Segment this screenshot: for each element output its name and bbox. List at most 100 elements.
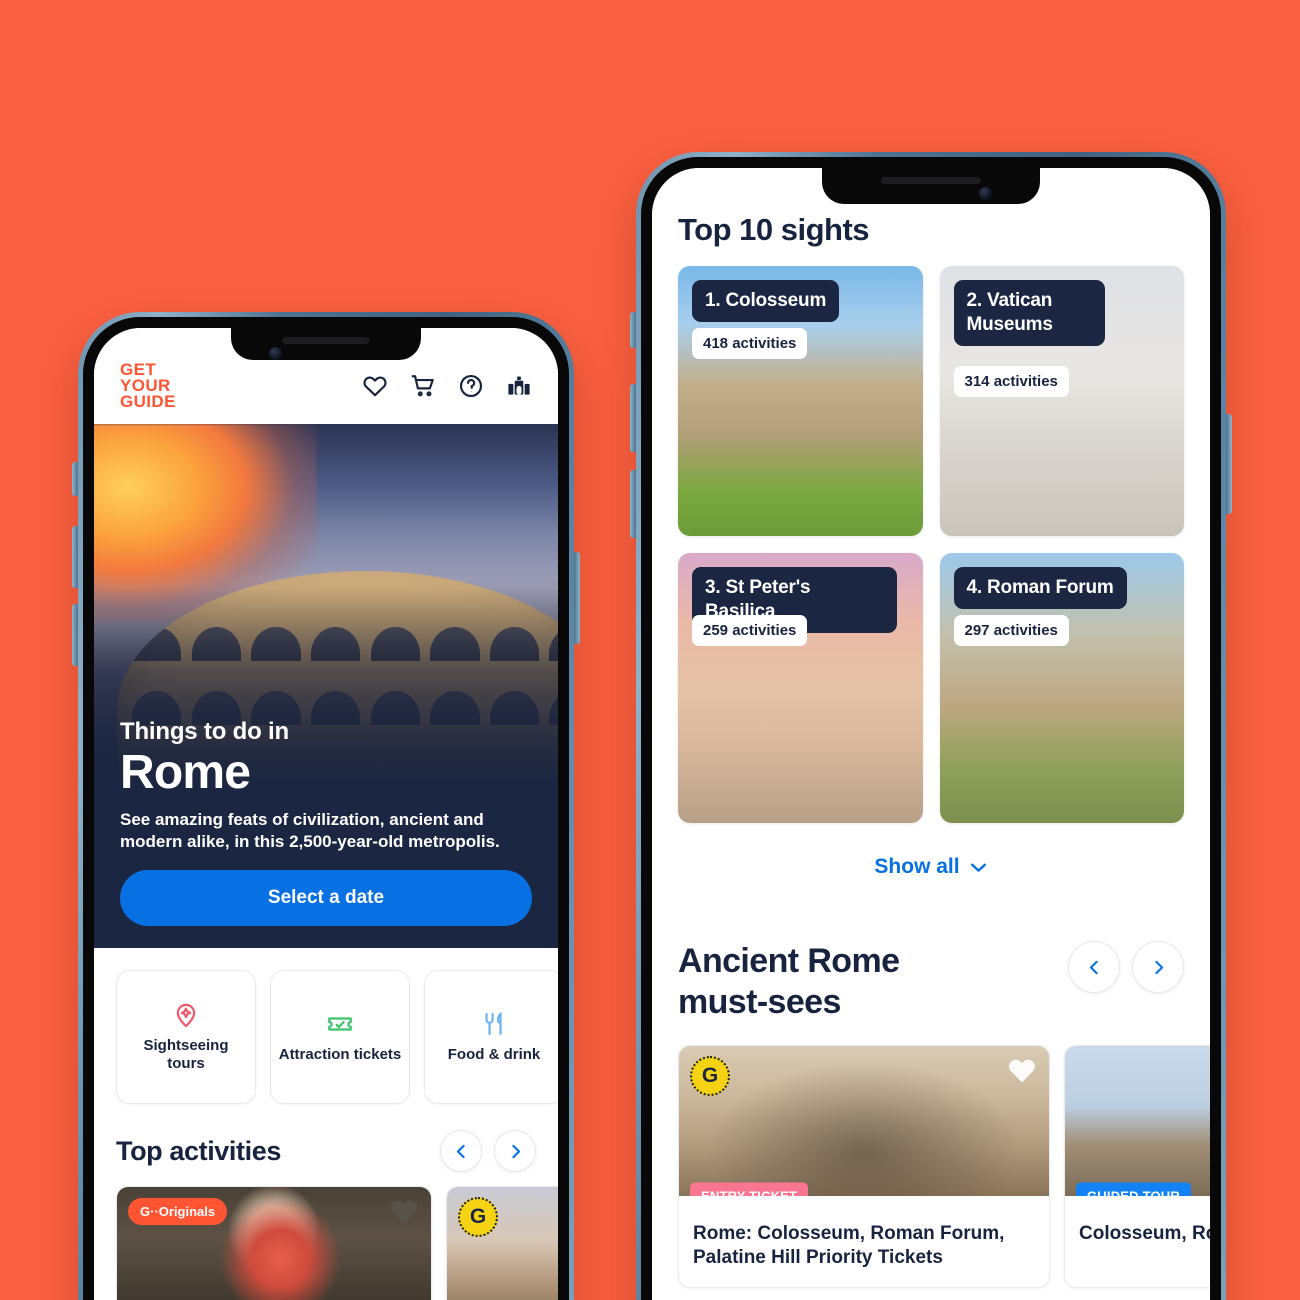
- phone-bezel-right: Top 10 sights 1. Colosseum 418 activitie…: [641, 157, 1221, 1300]
- carousel-arrows: [1068, 941, 1184, 993]
- app-left: GET YOUR GUIDE Things to do in Rome See …: [94, 328, 558, 1300]
- activity-image: G ENTRY TICKET: [679, 1045, 1049, 1196]
- show-all-sights-button[interactable]: Show all: [678, 823, 1184, 895]
- top-activities-header: Top activities: [94, 1114, 558, 1186]
- hero-description: See amazing feats of civilization, ancie…: [120, 809, 500, 852]
- chevron-down-icon: [970, 863, 986, 872]
- front-camera-icon: [978, 187, 992, 200]
- activity-image: G ENTRY TICKET: [447, 1187, 558, 1300]
- front-camera-icon: [269, 347, 282, 360]
- carousel-prev-button[interactable]: [1068, 941, 1120, 993]
- carousel-next-button[interactable]: [1132, 941, 1184, 993]
- volume-down-right[interactable]: [630, 470, 636, 538]
- activity-title: Colosseum, Roman Forum and...: [1079, 1222, 1210, 1244]
- must-sees-title: Ancient Rome must-sees: [678, 941, 900, 1023]
- category-tile-food-and-drink[interactable]: Food & drink: [424, 970, 558, 1105]
- silence-switch-right[interactable]: [630, 312, 636, 348]
- chevron-left-icon: [1089, 960, 1098, 974]
- activity-card[interactable]: GUIDED TOUR Colosseum, Roman Forum and..…: [1064, 1044, 1210, 1288]
- must-sees-title-line1: Ancient Rome: [678, 942, 900, 980]
- category-tile-attraction-tickets[interactable]: Attraction tickets: [270, 970, 410, 1105]
- right-content: Top 10 sights 1. Colosseum 418 activitie…: [652, 168, 1210, 1045]
- hero-cta-container: Select a date: [94, 854, 558, 949]
- activity-body: Rome: Colosseum, Roman Forum, Palatine H…: [679, 1196, 1049, 1287]
- section-title: Top activities: [116, 1135, 281, 1166]
- hero-banner: Things to do in Rome See amazing feats o…: [94, 424, 558, 855]
- silence-switch-left[interactable]: [72, 462, 78, 496]
- category-label: Food & drink: [447, 1046, 541, 1064]
- sight-activity-count: 314 activities: [953, 366, 1069, 397]
- sight-activity-count: 259 activities: [692, 615, 808, 646]
- select-a-date-button[interactable]: Select a date: [120, 870, 532, 927]
- help-question-icon[interactable]: [458, 373, 484, 399]
- show-all-label: Show all: [874, 855, 960, 878]
- chevron-right-icon: [1154, 960, 1163, 974]
- screen-left: GET YOUR GUIDE Things to do in Rome See …: [94, 328, 558, 1300]
- sight-card[interactable]: 3. St Peter's Basilica 259 activities: [678, 553, 923, 823]
- activity-tag: ENTRY TICKET: [690, 1182, 809, 1196]
- sight-activity-count: 297 activities: [953, 615, 1069, 646]
- power-button-left[interactable]: [574, 552, 580, 644]
- carousel-next-button[interactable]: [494, 1130, 536, 1173]
- hero-city-title: Rome: [120, 746, 251, 800]
- carousel-arrows: [440, 1130, 536, 1173]
- category-label: Attraction tickets: [278, 1046, 402, 1064]
- activity-photo-forum: [1065, 1045, 1210, 1196]
- header-icon-group: [362, 373, 532, 399]
- earpiece-speaker-icon: [282, 337, 370, 344]
- activity-photo-colosseum-interior: [679, 1045, 1049, 1196]
- fork-knife-icon: [485, 1011, 502, 1036]
- top-sights-grid: 1. Colosseum 418 activities 2. Vatican M…: [678, 266, 1184, 823]
- wishlist-heart-icon[interactable]: [389, 1197, 419, 1225]
- carousel-prev-button[interactable]: [440, 1130, 482, 1173]
- must-sees-header: Ancient Rome must-sees: [678, 895, 1184, 1045]
- app-right: Top 10 sights 1. Colosseum 418 activitie…: [652, 168, 1210, 1300]
- originals-badge: G··Originals: [128, 1198, 228, 1226]
- phone-device-right: Top 10 sights 1. Colosseum 418 activitie…: [630, 152, 1232, 1300]
- activity-card[interactable]: G ENTRY TICKET Rome: Colosseum, Roman Fo…: [678, 1044, 1050, 1288]
- notch-left: [231, 328, 421, 360]
- sight-name: 2. Vatican Museums: [953, 280, 1106, 346]
- top-activities-carousel[interactable]: G··Originals GUIDED TOUR Rome: Street Fo…: [94, 1186, 558, 1300]
- volume-up-left[interactable]: [72, 526, 78, 588]
- originals-coin-icon: G: [690, 1055, 730, 1096]
- volume-down-left[interactable]: [72, 604, 78, 666]
- category-label: Sightseeing tours: [143, 1036, 229, 1073]
- getyourguide-logo[interactable]: GET YOUR GUIDE: [120, 361, 176, 412]
- wishlist-heart-icon[interactable]: [1007, 1056, 1037, 1084]
- phone-device-left: GET YOUR GUIDE Things to do in Rome See …: [72, 312, 580, 1300]
- phone-bezel-left: GET YOUR GUIDE Things to do in Rome See …: [83, 317, 569, 1300]
- activity-image: GUIDED TOUR: [1065, 1045, 1210, 1196]
- activity-body: Colosseum, Roman Forum and...: [1065, 1196, 1210, 1263]
- must-sees-carousel[interactable]: G ENTRY TICKET Rome: Colosseum, Roman Fo…: [652, 1044, 1210, 1288]
- city-guide-icon[interactable]: [506, 373, 532, 399]
- sight-name: 1. Colosseum: [692, 280, 840, 322]
- originals-badge-label: G··Originals: [140, 1204, 216, 1220]
- activity-tag: GUIDED TOUR: [1076, 1182, 1191, 1196]
- volume-up-right[interactable]: [630, 384, 636, 452]
- sight-card[interactable]: 2. Vatican Museums 314 activities: [939, 266, 1184, 536]
- activity-image: G··Originals GUIDED TOUR: [117, 1187, 431, 1300]
- category-tile-sightseeing-tours[interactable]: Sightseeing tours: [116, 970, 256, 1105]
- chevron-right-icon: [511, 1144, 520, 1159]
- activity-card[interactable]: G ENTRY TICKET Vatican Museums & Sistine…: [446, 1186, 558, 1300]
- notch-right: [822, 168, 1040, 204]
- activity-title: Rome: Colosseum, Roman Forum, Palatine H…: [693, 1222, 1005, 1269]
- sight-card[interactable]: 4. Roman Forum 297 activities: [939, 553, 1184, 823]
- earpiece-speaker-icon: [880, 177, 982, 184]
- sight-card[interactable]: 1. Colosseum 418 activities: [678, 266, 923, 536]
- cart-icon[interactable]: [410, 373, 436, 399]
- logo-line-3: GUIDE: [120, 392, 176, 412]
- activity-card[interactable]: G··Originals GUIDED TOUR Rome: Street Fo…: [116, 1186, 432, 1300]
- power-button-right[interactable]: [1226, 414, 1232, 514]
- hero-text-block: Things to do in Rome See amazing feats o…: [94, 718, 558, 854]
- sight-activity-count: 418 activities: [692, 328, 808, 359]
- map-pin-icon: [176, 1003, 196, 1027]
- screen-right: Top 10 sights 1. Colosseum 418 activitie…: [652, 168, 1210, 1300]
- must-sees-title-line2: must-sees: [678, 982, 841, 1021]
- ticket-check-icon: [328, 1017, 352, 1031]
- chevron-left-icon: [456, 1144, 465, 1159]
- wishlist-heart-icon[interactable]: [362, 373, 388, 399]
- sight-name: 4. Roman Forum: [953, 567, 1127, 609]
- category-tile-row: Sightseeing tours Attraction tickets Foo…: [94, 948, 558, 1114]
